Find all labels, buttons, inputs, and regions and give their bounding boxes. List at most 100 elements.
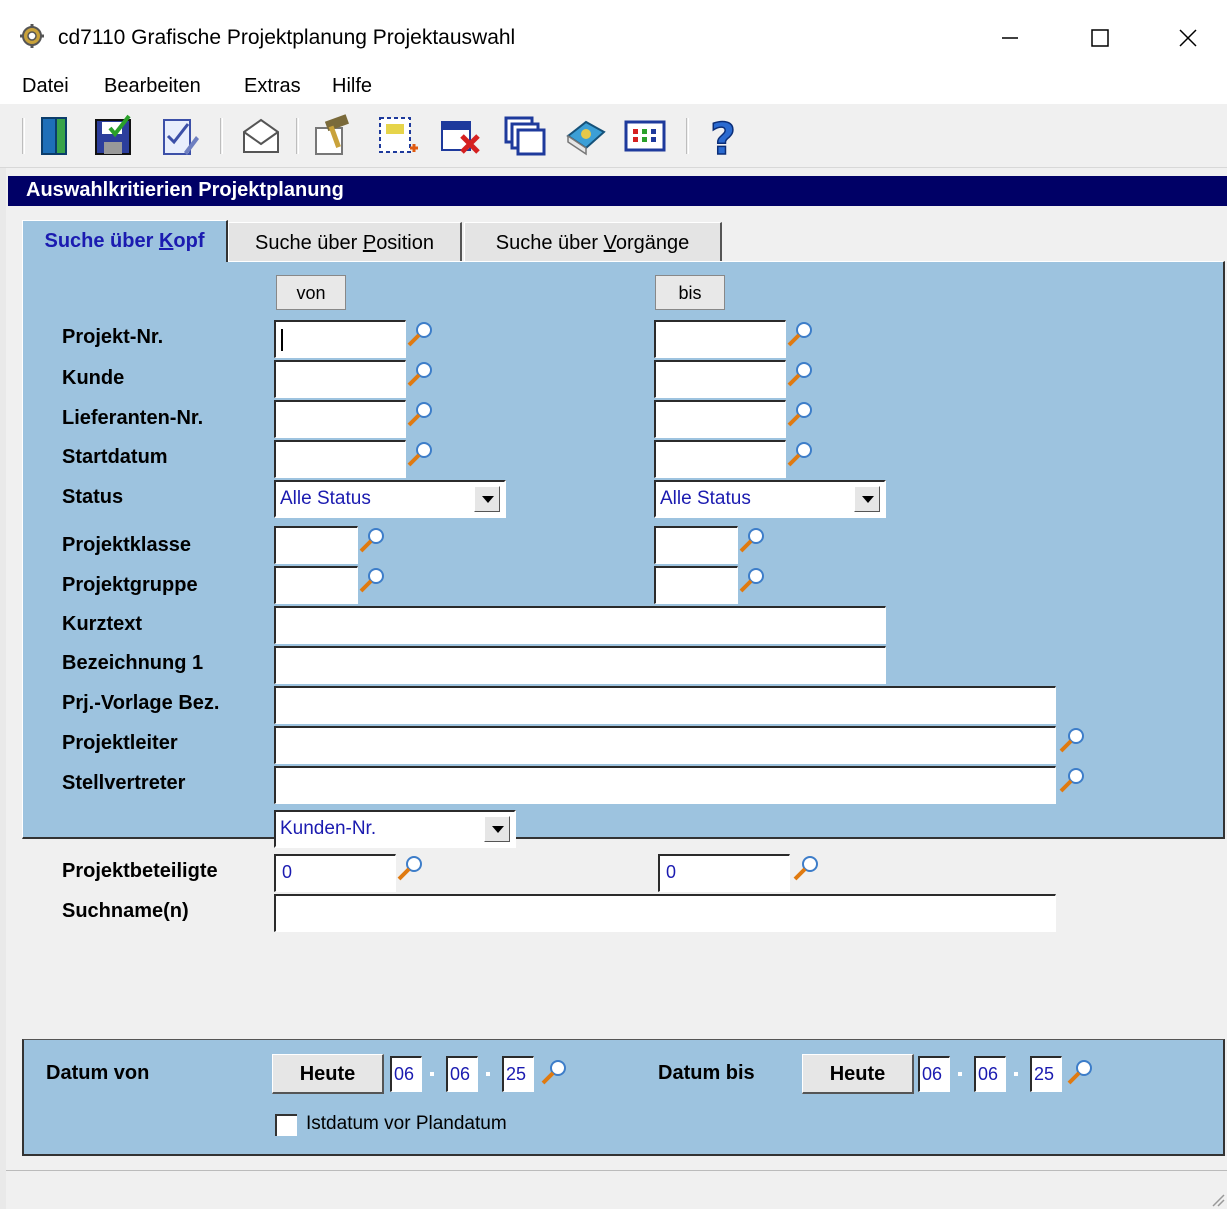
date-lookup-magnifier-icon[interactable]: [1066, 1058, 1094, 1086]
app-gear-icon: [20, 24, 44, 48]
lookup-magnifier-icon[interactable]: [358, 566, 386, 594]
tab-suche-vorgaenge[interactable]: Suche über Vorgänge: [464, 222, 722, 262]
label-suchname: Suchname(n): [62, 900, 189, 922]
dropdown-arrow-icon[interactable]: [474, 486, 500, 512]
tab-suche-position[interactable]: Suche über Position: [228, 222, 462, 262]
label-projekt-nr: Projekt-Nr.: [62, 326, 164, 348]
tab-label: opf: [173, 230, 205, 252]
kurztext-input[interactable]: [274, 606, 886, 644]
label-lieferanten-nr: Lieferanten-Nr.: [62, 407, 204, 429]
startdatum-to-input[interactable]: [654, 440, 786, 478]
dropdown-arrow-icon[interactable]: [484, 816, 510, 842]
lookup-magnifier-icon[interactable]: [406, 400, 434, 428]
lookup-magnifier-icon[interactable]: [786, 440, 814, 468]
status-from-select[interactable]: Alle Status: [274, 480, 506, 518]
date-separator: [958, 1072, 962, 1076]
tab-label: Suche über: [44, 230, 159, 252]
lookup-magnifier-icon[interactable]: [406, 360, 434, 388]
projektgruppe-from-input[interactable]: [274, 566, 358, 604]
close-button[interactable]: [1168, 20, 1208, 56]
menu-bearbeiten[interactable]: Bearbeiten: [104, 75, 201, 98]
lookup-magnifier-icon[interactable]: [358, 526, 386, 554]
bis-column-button[interactable]: bis: [655, 275, 725, 310]
vorlage-bez-input[interactable]: [274, 686, 1056, 724]
svg-text:?: ?: [710, 114, 736, 158]
startdatum-from-input[interactable]: [274, 440, 406, 478]
istdatum-checkbox[interactable]: [275, 1114, 297, 1136]
datum-bis-label: Datum bis: [658, 1062, 755, 1084]
date-separator: [1014, 1072, 1018, 1076]
lieferanten-nr-from-input[interactable]: [274, 400, 406, 438]
lookup-magnifier-icon[interactable]: [406, 320, 434, 348]
date-separator: [486, 1072, 490, 1076]
projekt-nr-from-input[interactable]: [274, 320, 406, 358]
stellvertreter-input[interactable]: [274, 766, 1056, 804]
kunde-to-input[interactable]: [654, 360, 786, 398]
beteiligte-type-value: Kunden-Nr.: [280, 818, 377, 839]
to-day-input[interactable]: 06: [918, 1056, 950, 1092]
edit-check-icon[interactable]: [158, 114, 200, 158]
from-month-input[interactable]: 06: [446, 1056, 478, 1092]
lookup-magnifier-icon[interactable]: [406, 440, 434, 468]
grid-table-icon[interactable]: [624, 114, 666, 158]
tab-suche-kopf[interactable]: Suche über Kopf: [22, 220, 228, 262]
hammer-icon[interactable]: [312, 114, 354, 158]
maximize-button[interactable]: [1080, 20, 1120, 56]
help-question-icon[interactable]: ?: [702, 114, 744, 158]
projektbeteiligte-to-input[interactable]: 0: [658, 854, 790, 892]
lookup-magnifier-icon[interactable]: [786, 320, 814, 348]
menu-extras[interactable]: Extras: [244, 75, 301, 98]
tab-hotkey: K: [158, 230, 174, 252]
lookup-magnifier-icon[interactable]: [738, 526, 766, 554]
date-separator: [430, 1072, 434, 1076]
minimize-button[interactable]: [990, 20, 1030, 56]
mail-envelope-icon[interactable]: [240, 114, 282, 158]
lieferanten-nr-to-input[interactable]: [654, 400, 786, 438]
to-month-input[interactable]: 06: [974, 1056, 1006, 1092]
from-year-input[interactable]: 25: [502, 1056, 534, 1092]
menu-datei[interactable]: Datei: [22, 75, 69, 98]
toolbar-separator: [220, 118, 223, 154]
label-bezeichnung-1: Bezeichnung 1: [62, 652, 204, 674]
date-lookup-magnifier-icon[interactable]: [540, 1058, 568, 1086]
projekt-nr-to-input[interactable]: [654, 320, 786, 358]
projektklasse-to-input[interactable]: [654, 526, 738, 564]
lookup-magnifier-icon[interactable]: [1058, 726, 1086, 754]
lookup-magnifier-icon[interactable]: [1058, 766, 1086, 794]
section-header: Auswahlkritierien Projektplanung: [8, 176, 1227, 206]
to-year-input[interactable]: 25: [1030, 1056, 1062, 1092]
suchname-input[interactable]: [274, 894, 1056, 932]
lookup-magnifier-icon[interactable]: [786, 360, 814, 388]
kunde-from-input[interactable]: [274, 360, 406, 398]
windows-icon[interactable]: [504, 114, 546, 158]
heute-from-button[interactable]: Heute: [272, 1054, 384, 1094]
book-icon[interactable]: [564, 114, 606, 158]
projektklasse-from-input[interactable]: [274, 526, 358, 564]
heute-to-button[interactable]: Heute: [802, 1054, 914, 1094]
label-projektbeteiligte: Projektbeteiligte: [62, 860, 218, 882]
exit-door-icon[interactable]: [34, 114, 76, 158]
dropdown-arrow-icon[interactable]: [854, 486, 880, 512]
from-day-input[interactable]: 06: [390, 1056, 422, 1092]
label-stellvertreter: Stellvertreter: [62, 772, 186, 794]
lookup-magnifier-icon[interactable]: [738, 566, 766, 594]
delete-selection-icon[interactable]: [440, 114, 482, 158]
save-disk-icon[interactable]: [92, 114, 134, 158]
lookup-magnifier-icon[interactable]: [792, 854, 820, 882]
lookup-magnifier-icon[interactable]: [786, 400, 814, 428]
resize-grip-icon[interactable]: [1209, 1191, 1225, 1207]
projektgruppe-to-input[interactable]: [654, 566, 738, 604]
tab-label: Suche über: [495, 232, 604, 254]
tab-hotkey: V: [603, 232, 616, 254]
von-column-button[interactable]: von: [276, 275, 346, 310]
beteiligte-type-select[interactable]: Kunden-Nr.: [274, 810, 516, 848]
menu-hilfe[interactable]: Hilfe: [332, 75, 372, 98]
lookup-magnifier-icon[interactable]: [396, 854, 424, 882]
menu-bar: Datei Bearbeiten Extras Hilfe: [0, 72, 1227, 104]
toolbar-separator: [296, 118, 299, 154]
new-selection-icon[interactable]: [376, 114, 418, 158]
projektbeteiligte-from-input[interactable]: 0: [274, 854, 396, 892]
bezeichnung-1-input[interactable]: [274, 646, 886, 684]
status-to-select[interactable]: Alle Status: [654, 480, 886, 518]
projektleiter-input[interactable]: [274, 726, 1056, 764]
